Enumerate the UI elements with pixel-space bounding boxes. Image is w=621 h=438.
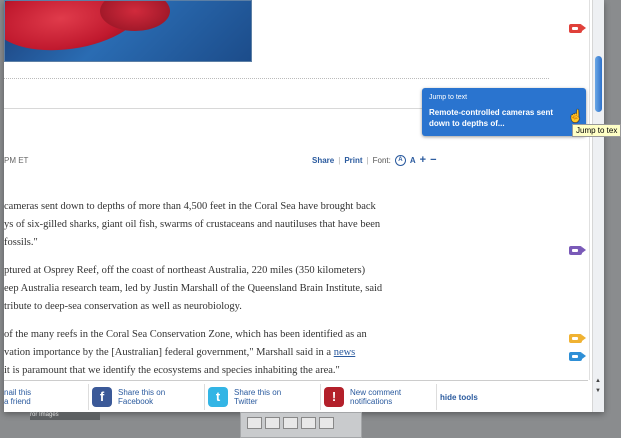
paragraph-text: vation importance by the [Australian] fe… (4, 347, 334, 358)
paragraph-line: ptured at Osprey Reef, off the coast of … (4, 265, 366, 276)
yellow-marker-icon[interactable] (569, 334, 586, 343)
article-timestamp: PM ET (4, 156, 29, 165)
font-style-toggle[interactable]: A (394, 154, 406, 166)
font-size-label: A (409, 155, 416, 165)
hide-tools-label: hide tools (440, 392, 478, 402)
paragraph-line: tribute to deep-sea conservation as well… (4, 301, 242, 312)
toolbar-divider (204, 384, 205, 410)
scroll-up-arrow-icon[interactable]: ▲ (595, 378, 601, 384)
blue-marker-icon[interactable] (569, 352, 586, 361)
purple-marker-icon[interactable] (569, 246, 586, 255)
article-tools: Share | Print | Font: A A + − (312, 154, 437, 166)
email-friend-label: nail this a friend (4, 388, 31, 406)
toolbar-button[interactable] (319, 417, 334, 429)
paragraph-line: fossils." (4, 237, 38, 248)
toolbar-button[interactable] (283, 417, 298, 429)
label-line: New comment (350, 388, 402, 397)
paragraph-line: vation importance by the [Australian] fe… (4, 344, 428, 362)
red-marker-icon[interactable] (569, 24, 586, 33)
facebook-icon: f (92, 387, 112, 407)
article-paragraph-2: ptured at Osprey Reef, off the coast of … (4, 262, 428, 316)
toolbar-button[interactable] (247, 417, 262, 429)
tools-separator: | (338, 155, 341, 165)
jump-to-text-tooltip[interactable]: Jump to text Remote-controlled cameras s… (422, 88, 586, 136)
background-window-text: ror Images (30, 412, 100, 420)
label-line: notifications (350, 397, 393, 406)
share-facebook-button[interactable]: f Share this on Facebook (88, 384, 165, 410)
hand-cursor-icon: ☝ (568, 109, 583, 123)
font-label: Font: (372, 155, 391, 165)
browser-window: PM ET Share | Print | Font: A A + − came… (4, 0, 604, 412)
toolbar-button[interactable] (265, 417, 280, 429)
scroll-down-arrow-icon[interactable]: ▼ (595, 388, 601, 394)
email-friend-button[interactable]: nail this a friend (4, 384, 31, 410)
print-link[interactable]: Print (344, 156, 362, 165)
paragraph-line: it is paramount that we identify the eco… (4, 365, 340, 376)
paragraph-line: ys of six-gilled sharks, giant oil fish,… (4, 219, 381, 230)
article-photo (4, 0, 252, 62)
font-decrease-button[interactable]: − (430, 154, 436, 166)
paragraph-line: of the many reefs in the Coral Sea Conse… (4, 329, 367, 340)
toolbar-button[interactable] (301, 417, 316, 429)
label-line: Facebook (118, 397, 154, 406)
comment-notifications-button[interactable]: ! New comment notifications (320, 384, 401, 410)
background-toolbar (240, 412, 362, 438)
label-line: Share this on (234, 388, 282, 397)
toolbar-divider (436, 384, 437, 410)
tooltip-heading: Jump to text (429, 94, 468, 101)
paragraph-line: cameras sent down to depths of more than… (4, 201, 376, 212)
toolbar-divider (320, 384, 321, 410)
label-line: nail this (4, 388, 32, 397)
share-twitter-button[interactable]: t Share this on Twitter (204, 384, 281, 410)
tooltip-body: Remote-controlled cameras sent down to d… (429, 108, 554, 128)
twitter-icon: t (208, 387, 228, 407)
font-increase-button[interactable]: + (420, 154, 426, 166)
twitter-label: Share this on Twitter (234, 388, 281, 406)
label-line: Share this on (118, 388, 166, 397)
share-toolbar: nail this a friend f Share this on Faceb… (4, 380, 588, 412)
share-link[interactable]: Share (312, 156, 334, 165)
label-line: Twitter (234, 397, 258, 406)
hide-tools-button[interactable]: hide tools (436, 384, 478, 410)
marker-gutter-line (589, 0, 590, 380)
facebook-label: Share this on Facebook (118, 388, 165, 406)
toolbar-divider (88, 384, 89, 410)
paragraph-line: eep Australia research team, led by Just… (4, 283, 383, 294)
article-paragraph-1: cameras sent down to depths of more than… (4, 198, 428, 252)
vertical-scrollbar[interactable]: ▲ ▼ (592, 0, 604, 412)
dotted-divider (4, 78, 549, 79)
hover-tooltip: Jump to tex (572, 124, 621, 137)
article-paragraph-3: of the many reefs in the Coral Sea Conse… (4, 326, 428, 380)
notifications-label: New comment notifications (350, 388, 401, 406)
alert-icon: ! (324, 387, 344, 407)
news-link[interactable]: news (334, 347, 356, 358)
tools-separator: | (366, 155, 369, 165)
label-line: a friend (4, 397, 31, 406)
scrollbar-thumb[interactable] (595, 56, 602, 112)
